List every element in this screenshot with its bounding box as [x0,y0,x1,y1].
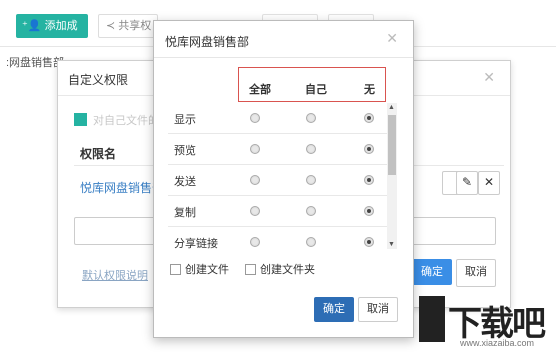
permission-radio[interactable] [364,144,374,154]
permission-row: 显示 [168,103,387,134]
close-icon[interactable]: ✕ [386,30,398,47]
own-files-label: 对自己文件的 [93,115,159,127]
confirm-button[interactable]: 确定 [412,259,452,285]
close-icon[interactable]: ✕ [483,69,495,86]
permission-radio[interactable] [364,237,374,247]
permission-list: 显示预览发送复制分享链接 [168,103,387,249]
permission-row: 复制 [168,196,387,227]
permission-radio[interactable] [306,175,316,185]
permission-row: 预览 [168,134,387,165]
scrollbar[interactable]: ▲ ▼ [387,103,397,249]
permission-label: 发送 [174,176,196,188]
permission-row: 分享链接 [168,227,387,249]
column-header-all: 全部 [249,84,271,96]
own-files-checkbox[interactable] [74,113,87,126]
permission-radio[interactable] [364,113,374,123]
delete-icon[interactable]: ✕ [478,171,500,195]
breadcrumb: :网盘销售部 [6,57,65,69]
confirm-button[interactable]: 确定 [314,297,354,322]
permission-label: 预览 [174,145,196,157]
permission-label: 分享链接 [174,238,218,249]
create-folder-checkbox[interactable] [245,264,256,275]
group-name-link[interactable]: 悦库网盘销售部 [80,179,164,196]
scroll-down-icon[interactable]: ▼ [388,241,395,248]
create-file-checkbox[interactable] [170,264,181,275]
default-permission-link[interactable]: 默认权限说明 [82,267,148,283]
column-header-self: 自己 [305,84,327,96]
dialog-title: 悦库网盘销售部 [165,35,250,49]
scroll-up-icon[interactable]: ▲ [388,104,395,111]
permission-radio[interactable] [250,113,260,123]
add-user-icon: ⁺👤 [22,20,42,32]
scrollbar-thumb[interactable] [388,115,396,175]
permission-label: 显示 [174,114,196,126]
permission-radio[interactable] [306,206,316,216]
permission-radio[interactable] [364,175,374,185]
share-icon: ≺ [106,20,116,32]
permission-name-header: 权限名 [80,147,117,161]
create-folder-label: 创建文件夹 [260,264,315,276]
add-member-button[interactable]: ⁺👤 添加成员 [16,14,88,56]
permission-radio[interactable] [306,113,316,123]
permission-radio[interactable] [250,144,260,154]
create-file-label: 创建文件 [185,264,229,276]
permission-label: 复制 [174,207,196,219]
permission-radio[interactable] [250,175,260,185]
cancel-button[interactable]: 取消 [456,259,496,287]
permission-radio[interactable] [250,206,260,216]
permission-radio[interactable] [306,237,316,247]
permission-row: 发送 [168,165,387,196]
column-header-none: 无 [364,84,375,96]
cancel-button[interactable]: 取消 [358,297,398,322]
permission-radio[interactable] [250,237,260,247]
group-permission-dialog: 悦库网盘销售部 ✕ 全部 自己 无 显示 预览 发送 复制 分享链接 ▲ ▼ 创建文件 … [153,20,414,338]
watermark-logo [419,296,445,342]
watermark-url: www.xiazaiba.com [460,338,535,348]
permission-radio[interactable] [364,206,374,216]
permission-radio[interactable] [306,144,316,154]
edit-icon[interactable]: ✎ [456,171,478,195]
share-button[interactable]: ≺ 共享权 [98,14,158,38]
dialog-title: 自定义权限 [68,73,129,87]
